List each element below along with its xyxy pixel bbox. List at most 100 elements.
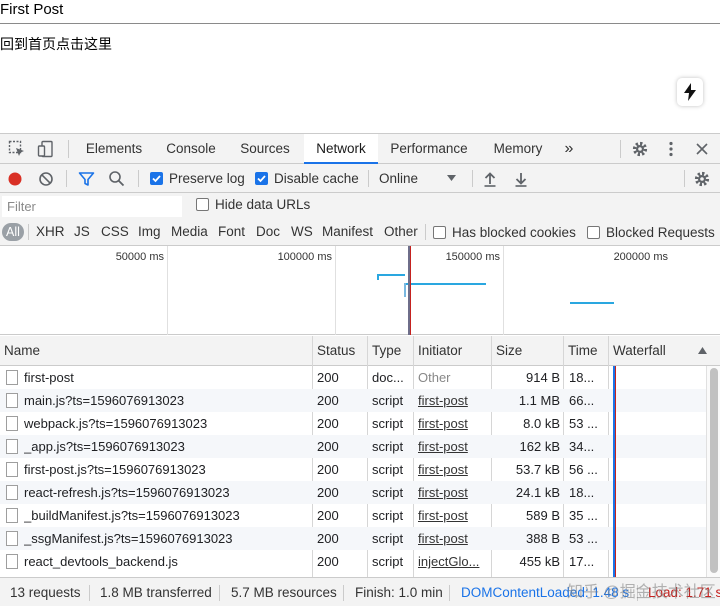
page-divider xyxy=(0,23,720,24)
export-har-button[interactable] xyxy=(514,164,528,193)
column-status-header[interactable]: Status xyxy=(313,336,367,366)
record-icon xyxy=(8,172,22,185)
preserve-log-checkbox[interactable]: Preserve log xyxy=(150,164,245,193)
request-initiator-link[interactable]: first-post xyxy=(418,504,490,527)
network-overview[interactable]: 50000 ms 100000 ms 150000 ms 200000 ms xyxy=(0,246,720,335)
finish-time: Finish: 1.0 min xyxy=(355,585,443,600)
request-type: script xyxy=(372,393,404,408)
type-filter-other[interactable]: Other xyxy=(384,219,418,245)
type-filter-manifest[interactable]: Manifest xyxy=(322,219,373,245)
filter-funnel-icon xyxy=(78,171,95,186)
scrollbar-thumb[interactable] xyxy=(710,368,718,573)
tab-memory[interactable]: Memory xyxy=(486,134,550,164)
type-filter-ws[interactable]: WS xyxy=(291,219,313,245)
close-icon[interactable] xyxy=(692,139,712,159)
clear-button[interactable] xyxy=(38,164,54,193)
type-filter-media[interactable]: Media xyxy=(171,219,208,245)
table-row[interactable]: _ssgManifest.js?ts=1596076913023 200 scr… xyxy=(0,527,706,550)
search-button[interactable] xyxy=(108,164,125,193)
has-blocked-cookies-checkbox[interactable]: Has blocked cookies xyxy=(433,219,576,245)
overview-gridline xyxy=(167,246,168,335)
home-link[interactable]: 回到首页点击这里 xyxy=(0,34,112,54)
request-status: 200 xyxy=(317,370,339,385)
table-row[interactable]: first-post 200 doc... Other 914 B 18... xyxy=(0,366,706,389)
requests-count: 13 requests xyxy=(10,585,81,600)
column-time-header[interactable]: Time xyxy=(564,336,608,366)
status-separator xyxy=(343,585,344,601)
document-icon xyxy=(6,485,18,500)
document-icon xyxy=(6,393,18,408)
request-size: 388 B xyxy=(526,531,560,546)
clear-icon xyxy=(39,171,53,186)
checkbox-unchecked-icon xyxy=(433,225,446,239)
column-initiator-header[interactable]: Initiator xyxy=(414,336,491,366)
request-initiator-link[interactable]: first-post xyxy=(418,527,490,550)
throttling-select[interactable]: Online xyxy=(379,164,459,193)
type-filter-all[interactable]: All xyxy=(2,223,24,241)
network-settings-button[interactable] xyxy=(693,164,711,193)
more-tabs-button[interactable]: » xyxy=(558,134,580,164)
download-arrow-icon xyxy=(515,172,527,187)
hide-data-urls-checkbox[interactable]: Hide data URLs xyxy=(196,191,310,217)
table-row[interactable]: react_devtools_backend.js 200 script inj… xyxy=(0,550,706,573)
tab-network[interactable]: Network xyxy=(304,134,378,164)
tab-sources[interactable]: Sources xyxy=(232,134,298,164)
checkbox-unchecked-icon xyxy=(196,197,209,211)
table-scrollbar[interactable] xyxy=(706,366,720,577)
tab-performance[interactable]: Performance xyxy=(384,134,474,164)
table-row[interactable]: main.js?ts=1596076913023 200 script firs… xyxy=(0,389,706,412)
request-size: 53.7 kB xyxy=(515,462,560,477)
request-initiator: Other xyxy=(418,370,451,385)
filter-toggle-button[interactable] xyxy=(78,164,95,193)
document-icon xyxy=(6,508,18,523)
overview-tick-label: 50000 ms xyxy=(115,251,164,263)
type-filter-js[interactable]: JS xyxy=(74,219,90,245)
table-row[interactable]: _buildManifest.js?ts=1596076913023 200 s… xyxy=(0,504,706,527)
request-name: first-post xyxy=(24,370,74,385)
table-row[interactable]: react-refresh.js?ts=1596076913023 200 sc… xyxy=(0,481,706,504)
table-row[interactable]: first-post.js?ts=1596076913023 200 scrip… xyxy=(0,458,706,481)
request-initiator-link[interactable]: first-post xyxy=(418,412,490,435)
filter-input[interactable]: Filter xyxy=(2,196,182,217)
disable-cache-checkbox[interactable]: Disable cache xyxy=(255,164,359,193)
inspect-element-icon[interactable] xyxy=(7,139,27,159)
request-size: 914 B xyxy=(526,370,560,385)
request-size: 162 kB xyxy=(519,439,560,454)
request-initiator-link[interactable]: first-post xyxy=(418,481,490,504)
request-initiator-link[interactable]: first-post xyxy=(418,389,490,412)
settings-gear-icon[interactable] xyxy=(630,139,650,159)
import-har-button[interactable] xyxy=(483,164,497,193)
column-name-header[interactable]: Name xyxy=(0,336,312,366)
request-time: 35 ... xyxy=(569,508,598,523)
tab-elements[interactable]: Elements xyxy=(78,134,150,164)
table-row[interactable]: _app.js?ts=1596076913023 200 script firs… xyxy=(0,435,706,458)
request-initiator-link[interactable]: injectGlo... xyxy=(418,550,490,573)
zhihu-watermark: 知乎 @掘金技术社区 xyxy=(567,584,716,601)
lightning-button[interactable] xyxy=(677,78,703,106)
table-row[interactable]: webpack.js?ts=1596076913023 200 script f… xyxy=(0,412,706,435)
request-time: 18... xyxy=(569,485,595,500)
request-initiator-link[interactable]: first-post xyxy=(418,435,490,458)
type-filter-img[interactable]: Img xyxy=(138,219,161,245)
column-type-header[interactable]: Type xyxy=(368,336,413,366)
request-type: doc... xyxy=(372,370,404,385)
overview-request-bar xyxy=(377,274,379,280)
column-size-header[interactable]: Size xyxy=(492,336,563,366)
tab-console[interactable]: Console xyxy=(158,134,224,164)
kebab-menu-icon[interactable] xyxy=(661,139,681,159)
type-filter-xhr[interactable]: XHR xyxy=(36,219,65,245)
blocked-requests-checkbox[interactable]: Blocked Requests xyxy=(587,219,715,245)
request-status: 200 xyxy=(317,531,339,546)
request-status: 200 xyxy=(317,462,339,477)
type-filter-css[interactable]: CSS xyxy=(101,219,129,245)
request-name: webpack.js?ts=1596076913023 xyxy=(24,416,208,431)
request-size: 1.1 MB xyxy=(518,393,560,408)
device-toolbar-icon[interactable] xyxy=(36,139,56,159)
column-waterfall-header[interactable]: Waterfall xyxy=(609,336,699,366)
request-initiator-link[interactable]: first-post xyxy=(418,458,490,481)
type-filter-doc[interactable]: Doc xyxy=(256,219,280,245)
request-time: 53 ... xyxy=(569,416,598,431)
type-filter-font[interactable]: Font xyxy=(218,219,245,245)
record-button[interactable] xyxy=(7,164,23,193)
request-type: script xyxy=(372,554,404,569)
